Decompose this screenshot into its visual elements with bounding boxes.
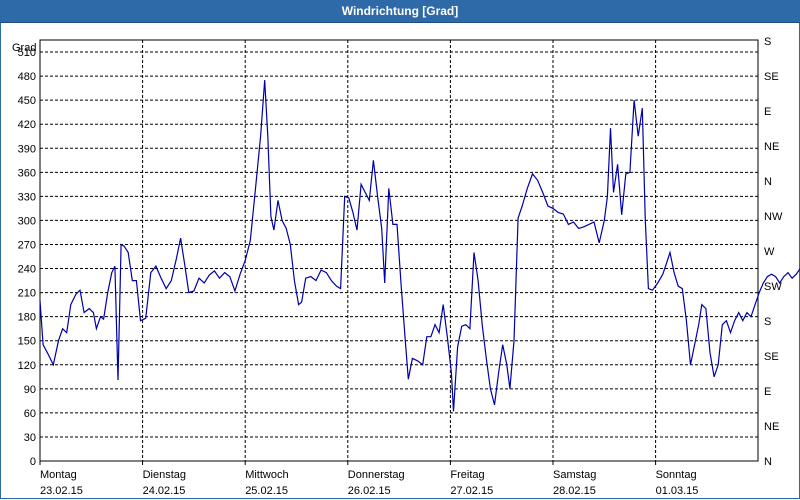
- series-line: [39, 80, 800, 412]
- y-tick-label: 510: [18, 47, 36, 59]
- y-tick-label: 30: [24, 432, 36, 444]
- right-axis-label: NW: [764, 211, 783, 223]
- y-tick-label: 450: [18, 95, 36, 107]
- y-tick-label: 240: [18, 264, 36, 276]
- y-tick-label: 360: [18, 167, 36, 179]
- y-tick-label: 60: [24, 408, 36, 420]
- right-axis-label: S: [764, 36, 771, 48]
- x-tick-date: 25.02.15: [245, 485, 288, 497]
- right-axis-label: SE: [764, 351, 779, 363]
- y-tick-label: 420: [18, 119, 36, 131]
- y-tick-label: 210: [18, 288, 36, 300]
- right-axis-label: NE: [764, 141, 779, 153]
- right-axis-label: N: [764, 456, 772, 468]
- y-axis-ticks: 0 30 60 90 120 150 180 210 240 270 300 330 360 390 420…: [18, 47, 36, 468]
- x-tick-date: 26.02.15: [348, 485, 391, 497]
- right-axis-ticks: NNEESESSWWNWNNEESES: [764, 36, 783, 468]
- y-tick-label: 90: [24, 384, 36, 396]
- y-tick-label: 0: [30, 456, 36, 468]
- x-tick-day: Dienstag: [143, 469, 186, 481]
- y-tick-label: 150: [18, 336, 36, 348]
- right-axis-label: W: [764, 246, 775, 258]
- right-axis-label: SE: [764, 71, 779, 83]
- x-tick-day: Mittwoch: [245, 469, 288, 481]
- y-tick-label: 300: [18, 215, 36, 227]
- x-tick-day: Montag: [40, 469, 77, 481]
- x-tick-day: Sonntag: [656, 469, 697, 481]
- right-axis-label: NE: [764, 421, 779, 433]
- x-tick-day: Donnerstag: [348, 469, 405, 481]
- right-axis-label: N: [764, 176, 772, 188]
- wind-direction-chart: Grad 03060901201501802102402703003303603…: [12, 36, 800, 497]
- y-tick-label: 480: [18, 71, 36, 83]
- y-tick-label: 390: [18, 143, 36, 155]
- y-tick-label: 330: [18, 191, 36, 203]
- x-axis-ticks: Montag 23.02.15 Dienstag 24.02.15 Mittwoch 25…: [39, 461, 699, 497]
- x-tick-date: 28.02.15: [553, 485, 596, 497]
- y-tick-label: 120: [18, 360, 36, 372]
- x-tick-day: Samstag: [553, 469, 596, 481]
- right-axis-label: S: [764, 316, 771, 328]
- x-tick-date: 24.02.15: [143, 485, 186, 497]
- x-tick-date: 01.03.15: [656, 485, 699, 497]
- x-tick-date: 27.02.15: [450, 485, 493, 497]
- right-axis-label: E: [764, 386, 771, 398]
- right-axis-label: E: [764, 106, 771, 118]
- y-tick-label: 180: [18, 312, 36, 324]
- x-tick-day: Freitag: [450, 469, 484, 481]
- y-tick-label: 270: [18, 239, 36, 251]
- x-tick-date: 23.02.15: [40, 485, 83, 497]
